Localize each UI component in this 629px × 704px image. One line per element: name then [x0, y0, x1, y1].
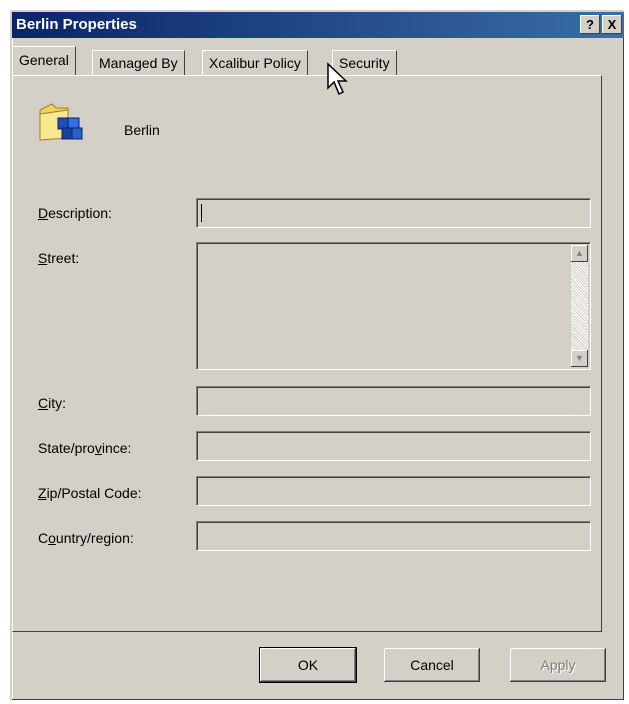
ou-folder-icon: [39, 103, 83, 141]
title-bar[interactable]: Berlin Properties ? X: [12, 12, 624, 38]
description-field[interactable]: [196, 198, 591, 228]
tab-general[interactable]: General: [12, 46, 76, 75]
close-button[interactable]: X: [602, 15, 622, 34]
city-label: City:: [38, 395, 67, 411]
street-field[interactable]: ▲ ▼: [196, 242, 591, 370]
help-button[interactable]: ?: [580, 15, 600, 34]
cancel-button[interactable]: Cancel: [384, 648, 480, 682]
mouse-pointer-icon: [327, 62, 348, 96]
street-scrollbar[interactable]: ▲ ▼: [571, 245, 588, 367]
zip-code-field[interactable]: [196, 476, 591, 506]
text-caret: [201, 204, 202, 222]
state-province-field[interactable]: [196, 431, 591, 461]
scroll-down-arrow-icon[interactable]: ▼: [571, 350, 588, 367]
ok-button[interactable]: OK: [259, 647, 357, 683]
scroll-up-arrow-icon[interactable]: ▲: [571, 245, 588, 262]
dialog-title: Berlin Properties: [16, 16, 137, 33]
description-label: Description:: [38, 205, 112, 221]
city-field[interactable]: [196, 386, 591, 416]
street-label: Street:: [38, 250, 80, 266]
zip-code-label: Zip/Postal Code:: [38, 485, 142, 501]
tab-xcalibur-policy[interactable]: Xcalibur Policy: [202, 50, 308, 75]
country-region-field[interactable]: [196, 521, 591, 551]
state-province-label: State/province:: [38, 440, 132, 456]
apply-button[interactable]: Apply: [510, 648, 606, 682]
country-region-label: Country/region:: [38, 530, 134, 546]
object-name: Berlin: [124, 122, 160, 138]
tab-managed-by[interactable]: Managed By: [92, 50, 185, 75]
